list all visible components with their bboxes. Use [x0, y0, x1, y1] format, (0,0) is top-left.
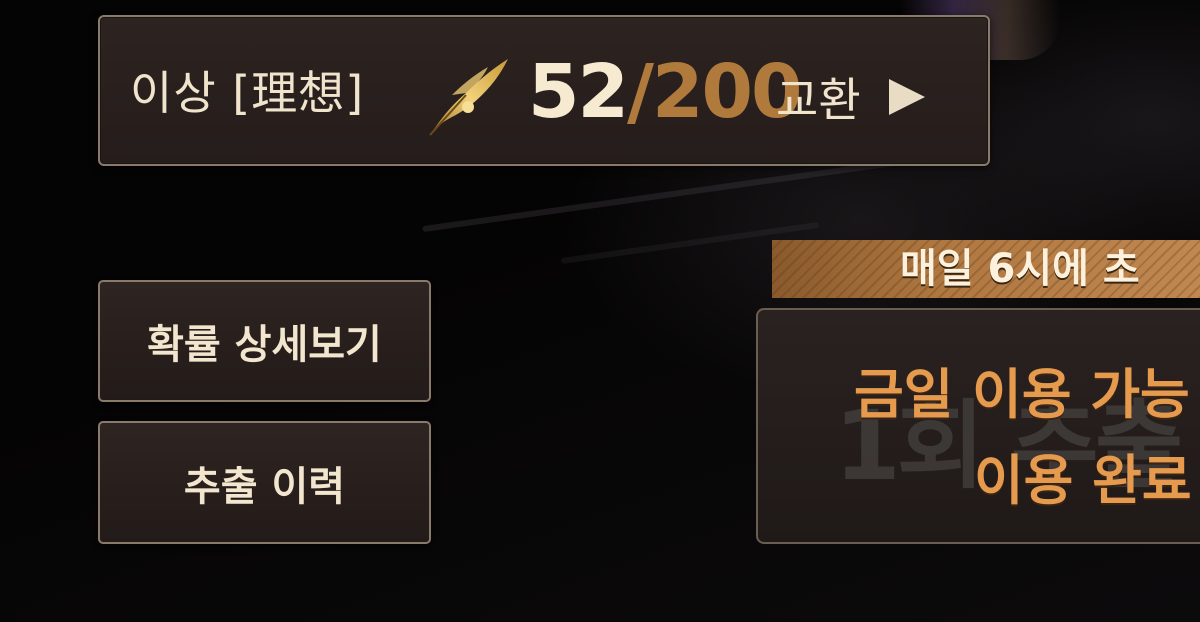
- golden-feather-icon: [429, 59, 508, 136]
- daily-usage-panel: 1회 추출 금일 이용 가능 이용 완료: [756, 308, 1200, 544]
- currency-panel: 이상 [理想] 52/200 교환: [98, 15, 990, 166]
- exchange-button[interactable]: 교환: [776, 57, 925, 137]
- extraction-history-label: 추출 이력: [183, 463, 346, 510]
- probability-details-button[interactable]: 확률 상세보기: [98, 280, 431, 402]
- daily-reset-text: 매일 6시에 초: [900, 246, 1140, 292]
- currency-count: 52/200: [528, 47, 802, 137]
- play-triangle-icon: [888, 79, 925, 115]
- usage-available-text: 금일 이용 가능: [854, 363, 1190, 426]
- currency-current: 52: [528, 49, 629, 135]
- currency-separator: /: [626, 49, 654, 135]
- usage-complete-text: 이용 완료: [974, 449, 1192, 512]
- daily-reset-banner: 매일 6시에 초: [772, 240, 1200, 298]
- exchange-label: 교환: [776, 73, 861, 127]
- probability-details-label: 확률 상세보기: [147, 322, 382, 368]
- extraction-history-button[interactable]: 추출 이력: [98, 421, 431, 544]
- currency-name: 이상 [理想]: [130, 66, 365, 120]
